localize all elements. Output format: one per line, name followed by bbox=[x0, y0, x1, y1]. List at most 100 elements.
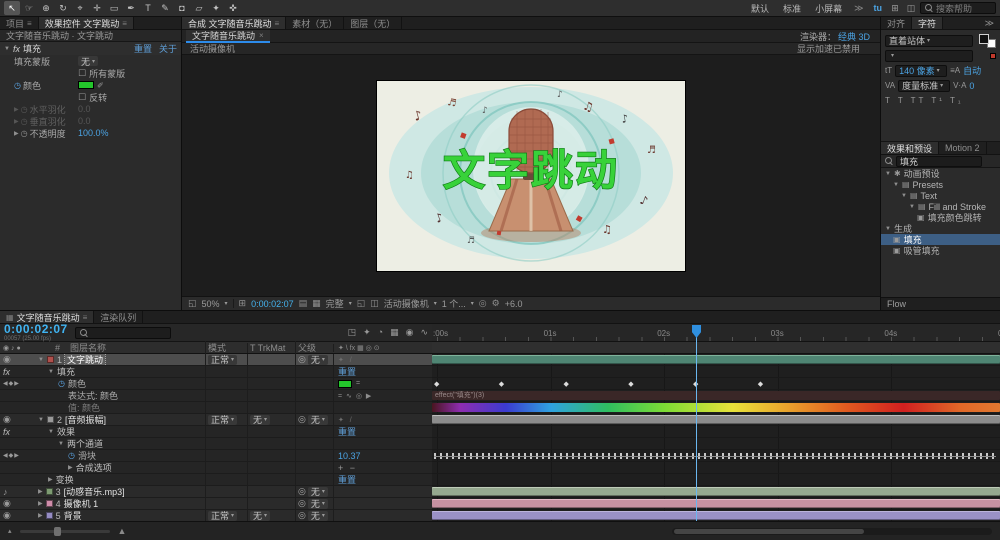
eye-icon[interactable]: ◉ bbox=[3, 510, 11, 521]
checkbox-icon[interactable]: ☐ bbox=[78, 68, 86, 79]
twirl-icon[interactable]: ▼ bbox=[38, 357, 44, 363]
av-features-cell[interactable] bbox=[0, 462, 38, 473]
keyframe-navigator[interactable]: ◀◆▶ bbox=[3, 452, 20, 459]
mask-icon[interactable]: ◫ bbox=[904, 3, 918, 14]
stopwatch-icon[interactable]: ◷ bbox=[21, 105, 28, 114]
timeline-property-row[interactable]: fx▼效果重置 bbox=[0, 426, 432, 438]
parent-dropdown[interactable]: 无▾ bbox=[308, 415, 328, 425]
about-link[interactable]: 关于 bbox=[159, 42, 177, 55]
timeline-horizontal-scrollbar[interactable] bbox=[672, 528, 992, 535]
layer-name-cell[interactable]: ◷颜色 bbox=[38, 378, 205, 389]
av-features-cell[interactable]: fx bbox=[0, 426, 38, 437]
twirl-icon[interactable]: ▼ bbox=[909, 204, 915, 210]
mode-dropdown[interactable]: 正常▾ bbox=[208, 511, 237, 521]
preset-tree-item[interactable]: ▼✱动画预设 bbox=[881, 168, 1000, 179]
switches-cell[interactable]: + − bbox=[333, 462, 432, 473]
timeline-property-row[interactable]: ◀◆▶◷颜色= bbox=[0, 378, 432, 390]
tool-type[interactable]: T bbox=[140, 1, 156, 15]
layer-label-color[interactable] bbox=[46, 500, 53, 507]
twirl-icon[interactable]: ▼ bbox=[48, 369, 54, 375]
fill-swatch[interactable] bbox=[979, 34, 989, 44]
item-name[interactable]: [动感音乐.mp3] bbox=[64, 486, 125, 497]
timeline-property-row[interactable]: ▼两个通道 bbox=[0, 438, 432, 450]
av-features-cell[interactable]: ◉ bbox=[0, 414, 38, 425]
tool-hand[interactable]: ☞ bbox=[21, 1, 37, 15]
timeline-tracks-area[interactable]: :00s01s02s03s04s05s ◆◆◆◆◆◆effect("填充")(3… bbox=[432, 324, 1000, 521]
pixel-aspect-icon[interactable]: ◎ bbox=[479, 298, 487, 309]
font-size-select[interactable]: 140 像素▾ bbox=[895, 65, 947, 77]
switches-cell[interactable]: 10.37 bbox=[333, 450, 432, 461]
add-remove-icons[interactable]: + − bbox=[338, 463, 357, 473]
zoom-out-mountain-icon[interactable]: ▴ bbox=[8, 527, 12, 535]
eye-icon[interactable]: ◉ bbox=[3, 498, 11, 509]
twirl-icon[interactable]: ▼ bbox=[38, 417, 44, 423]
workspace-small-screen[interactable]: 小屏幕 bbox=[809, 2, 848, 15]
av-features-cell[interactable] bbox=[0, 402, 38, 413]
layer-name-cell[interactable]: 表达式: 颜色 bbox=[38, 390, 205, 401]
fill-stroke-swatches[interactable] bbox=[979, 34, 996, 48]
layer-name-cell[interactable]: ▼填充 bbox=[38, 366, 205, 377]
layer-duration-bar[interactable] bbox=[432, 415, 1000, 424]
av-features-cell[interactable] bbox=[0, 438, 38, 449]
eye-icon[interactable]: ◉ bbox=[3, 414, 11, 425]
sync-badge[interactable]: tu bbox=[870, 3, 887, 13]
workspace-standard[interactable]: 标准 bbox=[777, 2, 807, 15]
twirl-icon[interactable]: ▼ bbox=[901, 193, 907, 199]
item-name[interactable]: [音频振幅] bbox=[65, 414, 106, 425]
tool-clone[interactable]: ◘ bbox=[174, 1, 190, 15]
font-style-select[interactable]: ▾ bbox=[885, 50, 973, 62]
grid-options-icon[interactable]: ⊞ bbox=[239, 298, 247, 309]
composition-viewport[interactable]: ♪ ♬ ♪ ♪ ♫ ♪ ♬ ♪ ♫ ♪ ♫ ♬ bbox=[182, 55, 880, 296]
tool-selection[interactable]: ↖ bbox=[4, 1, 20, 15]
tool-shape[interactable]: ▭ bbox=[106, 1, 122, 15]
switches-cell[interactable] bbox=[333, 486, 432, 497]
layer-name-cell[interactable]: 值: 颜色 bbox=[38, 402, 205, 413]
parent-cell[interactable]: ◎无▾ bbox=[295, 354, 333, 365]
timeline-track-lane[interactable] bbox=[432, 426, 1000, 438]
tab-layer[interactable]: 图层（无） bbox=[344, 17, 402, 29]
mode-cell[interactable]: 正常▾ bbox=[205, 354, 247, 365]
timeline-layer-row[interactable]: ◉▼2[音频振幅]正常▾无▾◎无▾✦ / bbox=[0, 414, 432, 426]
timeline-search-input[interactable] bbox=[75, 327, 171, 339]
tool-puppet[interactable]: ✜ bbox=[225, 1, 241, 15]
pickwhip-icon[interactable]: ◎ bbox=[298, 354, 306, 365]
view-select[interactable]: 活动摄像机 bbox=[384, 297, 429, 310]
item-name[interactable]: 滑块 bbox=[78, 450, 96, 461]
draft-3d-icon[interactable]: ✦ bbox=[363, 327, 371, 338]
panel-menu-icon[interactable]: ≡ bbox=[27, 19, 32, 28]
fast-previews-icon[interactable]: ⚙ bbox=[492, 298, 500, 309]
twirl-icon[interactable]: ▼ bbox=[893, 182, 899, 188]
effect-property-row[interactable]: ◷颜色✐ bbox=[0, 79, 181, 91]
trkmat-cell[interactable]: 无▾ bbox=[247, 510, 295, 521]
layer-name-cell[interactable]: ▼2[音频振幅] bbox=[38, 414, 205, 425]
stopwatch-icon[interactable]: ◷ bbox=[21, 129, 28, 138]
timeline-track-lane[interactable]: ◆◆◆◆◆◆ bbox=[432, 378, 1000, 390]
twirl-icon[interactable]: ▼ bbox=[4, 46, 10, 52]
av-features-cell[interactable] bbox=[0, 390, 38, 401]
timeline-track-lane[interactable] bbox=[432, 438, 1000, 450]
close-icon[interactable]: × bbox=[259, 31, 264, 40]
tab-motion2[interactable]: Motion 2 bbox=[939, 142, 987, 154]
layer-name-cell[interactable]: ▶合成选项 bbox=[38, 462, 205, 473]
checkbox-icon[interactable]: ☐ bbox=[78, 92, 86, 103]
property-value[interactable]: 0.0 bbox=[78, 104, 91, 114]
item-name[interactable]: 表达式: 颜色 bbox=[68, 390, 118, 401]
switches-cell[interactable] bbox=[333, 510, 432, 521]
twirl-icon[interactable]: ▼ bbox=[885, 171, 891, 177]
preset-tree-item[interactable]: ▣填充颜色跳转 bbox=[881, 212, 1000, 223]
tool-eraser[interactable]: ▱ bbox=[191, 1, 207, 15]
effect-property-row[interactable]: ▶◷垂直羽化0.0 bbox=[0, 115, 181, 127]
tab-character[interactable]: 字符 bbox=[912, 17, 943, 29]
exposure-value[interactable]: +6.0 bbox=[505, 299, 523, 309]
parent-cell[interactable]: ◎无▾ bbox=[295, 510, 333, 521]
reset-link[interactable]: 重置 bbox=[338, 474, 356, 485]
layer-name-cell[interactable]: ▶3[动感音乐.mp3] bbox=[38, 486, 205, 497]
twirl-icon[interactable]: ▼ bbox=[48, 429, 54, 435]
type-style-toggles[interactable]: T T TT T¹ T₁ bbox=[885, 93, 996, 108]
tab-render-queue[interactable]: 渲染队列 bbox=[94, 311, 143, 323]
pickwhip-icon[interactable]: ◎ bbox=[298, 414, 306, 425]
workspace-default[interactable]: 默认 bbox=[745, 2, 775, 15]
item-name[interactable]: 合成选项 bbox=[76, 462, 112, 473]
keyframe-navigator[interactable]: ◀◆▶ bbox=[3, 380, 20, 387]
item-name[interactable]: 填充 bbox=[57, 366, 75, 377]
